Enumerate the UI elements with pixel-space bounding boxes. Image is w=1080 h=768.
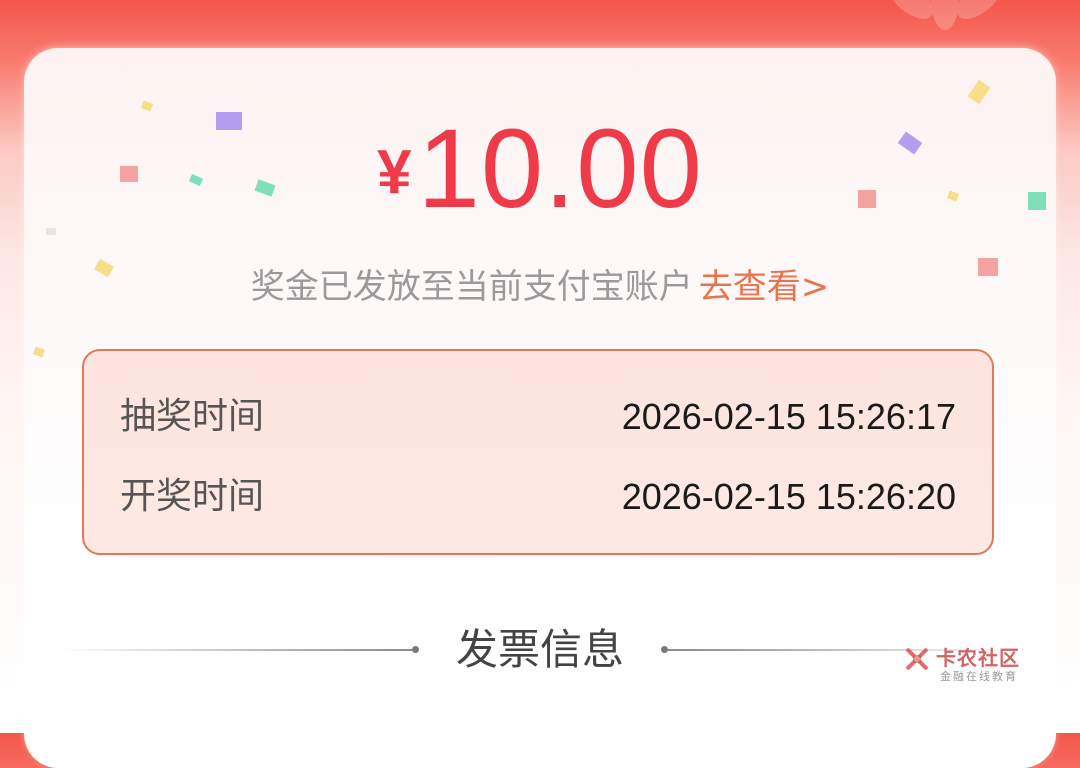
draw-time-label: 抽奖时间 <box>120 396 265 437</box>
divider-dot-right <box>661 646 668 653</box>
watermark-subtitle: 金融在线教育 <box>940 670 1018 683</box>
watermark-title: 卡农社区 <box>936 646 1020 670</box>
view-link[interactable]: 去查看> <box>699 267 830 307</box>
draw-time-value: 2026-02-15 15:26:17 <box>621 396 956 437</box>
flower-decoration-icon <box>886 0 1004 30</box>
reward-message: 奖金已发放至当前支付宝账户 <box>250 267 693 307</box>
watermark-logo-icon <box>905 647 929 671</box>
currency-symbol: ¥ <box>377 138 412 207</box>
watermark: 卡农社区 金融在线教育 <box>902 644 1032 684</box>
draw-time-row: 抽奖时间 2026-02-15 15:26:17 <box>120 392 956 442</box>
reward-message-line: 奖金已发放至当前支付宝账户 去查看> <box>0 262 1080 312</box>
reward-amount: ¥10.00 <box>0 104 1080 233</box>
amount-value: 10.00 <box>417 106 703 231</box>
result-time-value: 2026-02-15 15:26:20 <box>621 476 956 517</box>
result-time-row: 开奖时间 2026-02-15 15:26:20 <box>120 472 956 522</box>
draw-info-box: 抽奖时间 2026-02-15 15:26:17 开奖时间 2026-02-15… <box>82 349 994 555</box>
result-time-label: 开奖时间 <box>120 476 265 517</box>
